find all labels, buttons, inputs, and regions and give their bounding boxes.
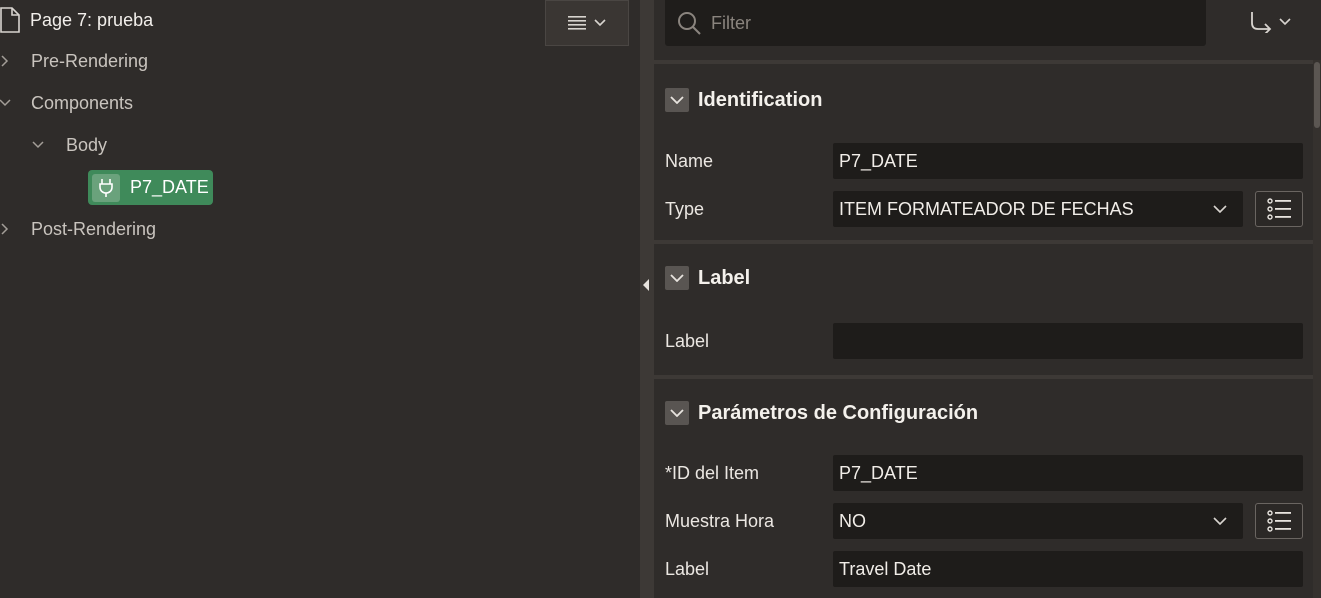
page-designer: Page 7: prueba Pre-Rendering Components …	[0, 0, 1321, 598]
name-field[interactable]: P7_DATE	[833, 143, 1303, 179]
config-label-label: Label	[665, 559, 710, 579]
list-icon	[1267, 198, 1291, 220]
tree-node-label: Components	[31, 92, 134, 113]
pane-splitter[interactable]	[640, 0, 654, 598]
section-title: Parámetros de Configuración	[698, 401, 979, 424]
menu-lines-icon	[568, 16, 586, 30]
page-title: Page 7: prueba	[30, 9, 154, 30]
show-time-select[interactable]: NO	[833, 503, 1243, 539]
property-scrollbar[interactable]	[1313, 60, 1321, 598]
chevron-right-icon[interactable]	[0, 54, 12, 68]
filter-input[interactable]	[711, 12, 1171, 34]
tree-node-label: Pre-Rendering	[31, 50, 149, 71]
tree-node-post-rendering[interactable]: Post-Rendering	[0, 214, 156, 244]
chevron-down-icon	[1279, 18, 1291, 26]
tree-node-label: Post-Rendering	[31, 218, 157, 239]
chevron-right-icon[interactable]	[0, 222, 12, 236]
section-header[interactable]: Parámetros de Configuración	[665, 401, 978, 425]
section-header[interactable]: Label	[665, 266, 750, 290]
tree-node-components[interactable]: Components	[0, 88, 133, 118]
chevron-down-icon	[594, 19, 606, 27]
type-list-button[interactable]	[1255, 191, 1303, 227]
type-value: ITEM FORMATEADOR DE FECHAS	[839, 198, 1134, 219]
tree-node-label: Body	[66, 134, 108, 155]
filter-box	[665, 0, 1206, 46]
section-title: Label	[698, 266, 751, 289]
chevron-down-icon[interactable]	[0, 96, 12, 110]
item-id-label: *ID del Item	[665, 463, 760, 483]
chevron-down-icon	[1213, 517, 1227, 525]
search-icon	[678, 12, 701, 35]
chevron-down-icon[interactable]	[31, 138, 45, 152]
show-time-value: NO	[839, 510, 866, 531]
tree-node-body[interactable]: Body	[31, 130, 107, 160]
item-id-field[interactable]: P7_DATE	[833, 455, 1303, 491]
tree-node-p7-date[interactable]: P7_DATE	[88, 170, 213, 205]
goto-group-button[interactable]	[1240, 4, 1300, 40]
label-field[interactable]	[833, 323, 1303, 359]
scrollbar-thumb[interactable]	[1314, 62, 1320, 128]
plugin-icon	[92, 173, 120, 202]
type-label: Type	[665, 199, 705, 219]
goto-arrow-icon	[1251, 12, 1272, 33]
page-icon	[0, 7, 20, 33]
type-select[interactable]: ITEM FORMATEADOR DE FECHAS	[833, 191, 1243, 227]
tree-node-pre-rendering[interactable]: Pre-Rendering	[0, 46, 148, 76]
tree-page-node[interactable]: Page 7: prueba	[0, 5, 153, 35]
tree-menu-button[interactable]	[545, 0, 629, 46]
name-label: Name	[665, 151, 714, 171]
config-label-field[interactable]: Travel Date	[833, 551, 1303, 587]
collapse-icon[interactable]	[665, 266, 689, 290]
section-title: Identification	[698, 88, 823, 111]
collapse-icon[interactable]	[665, 88, 689, 112]
collapse-icon[interactable]	[665, 401, 689, 425]
label-label: Label	[665, 331, 710, 351]
tree-node-label: P7_DATE	[130, 177, 209, 197]
list-icon	[1267, 510, 1291, 532]
show-time-label: Muestra Hora	[665, 511, 775, 531]
chevron-down-icon	[1213, 205, 1227, 213]
section-header[interactable]: Identification	[665, 88, 822, 112]
collapse-arrow-icon[interactable]	[643, 279, 649, 291]
rendering-tree-pane: Page 7: prueba Pre-Rendering Components …	[0, 0, 640, 598]
show-time-list-button[interactable]	[1255, 503, 1303, 539]
